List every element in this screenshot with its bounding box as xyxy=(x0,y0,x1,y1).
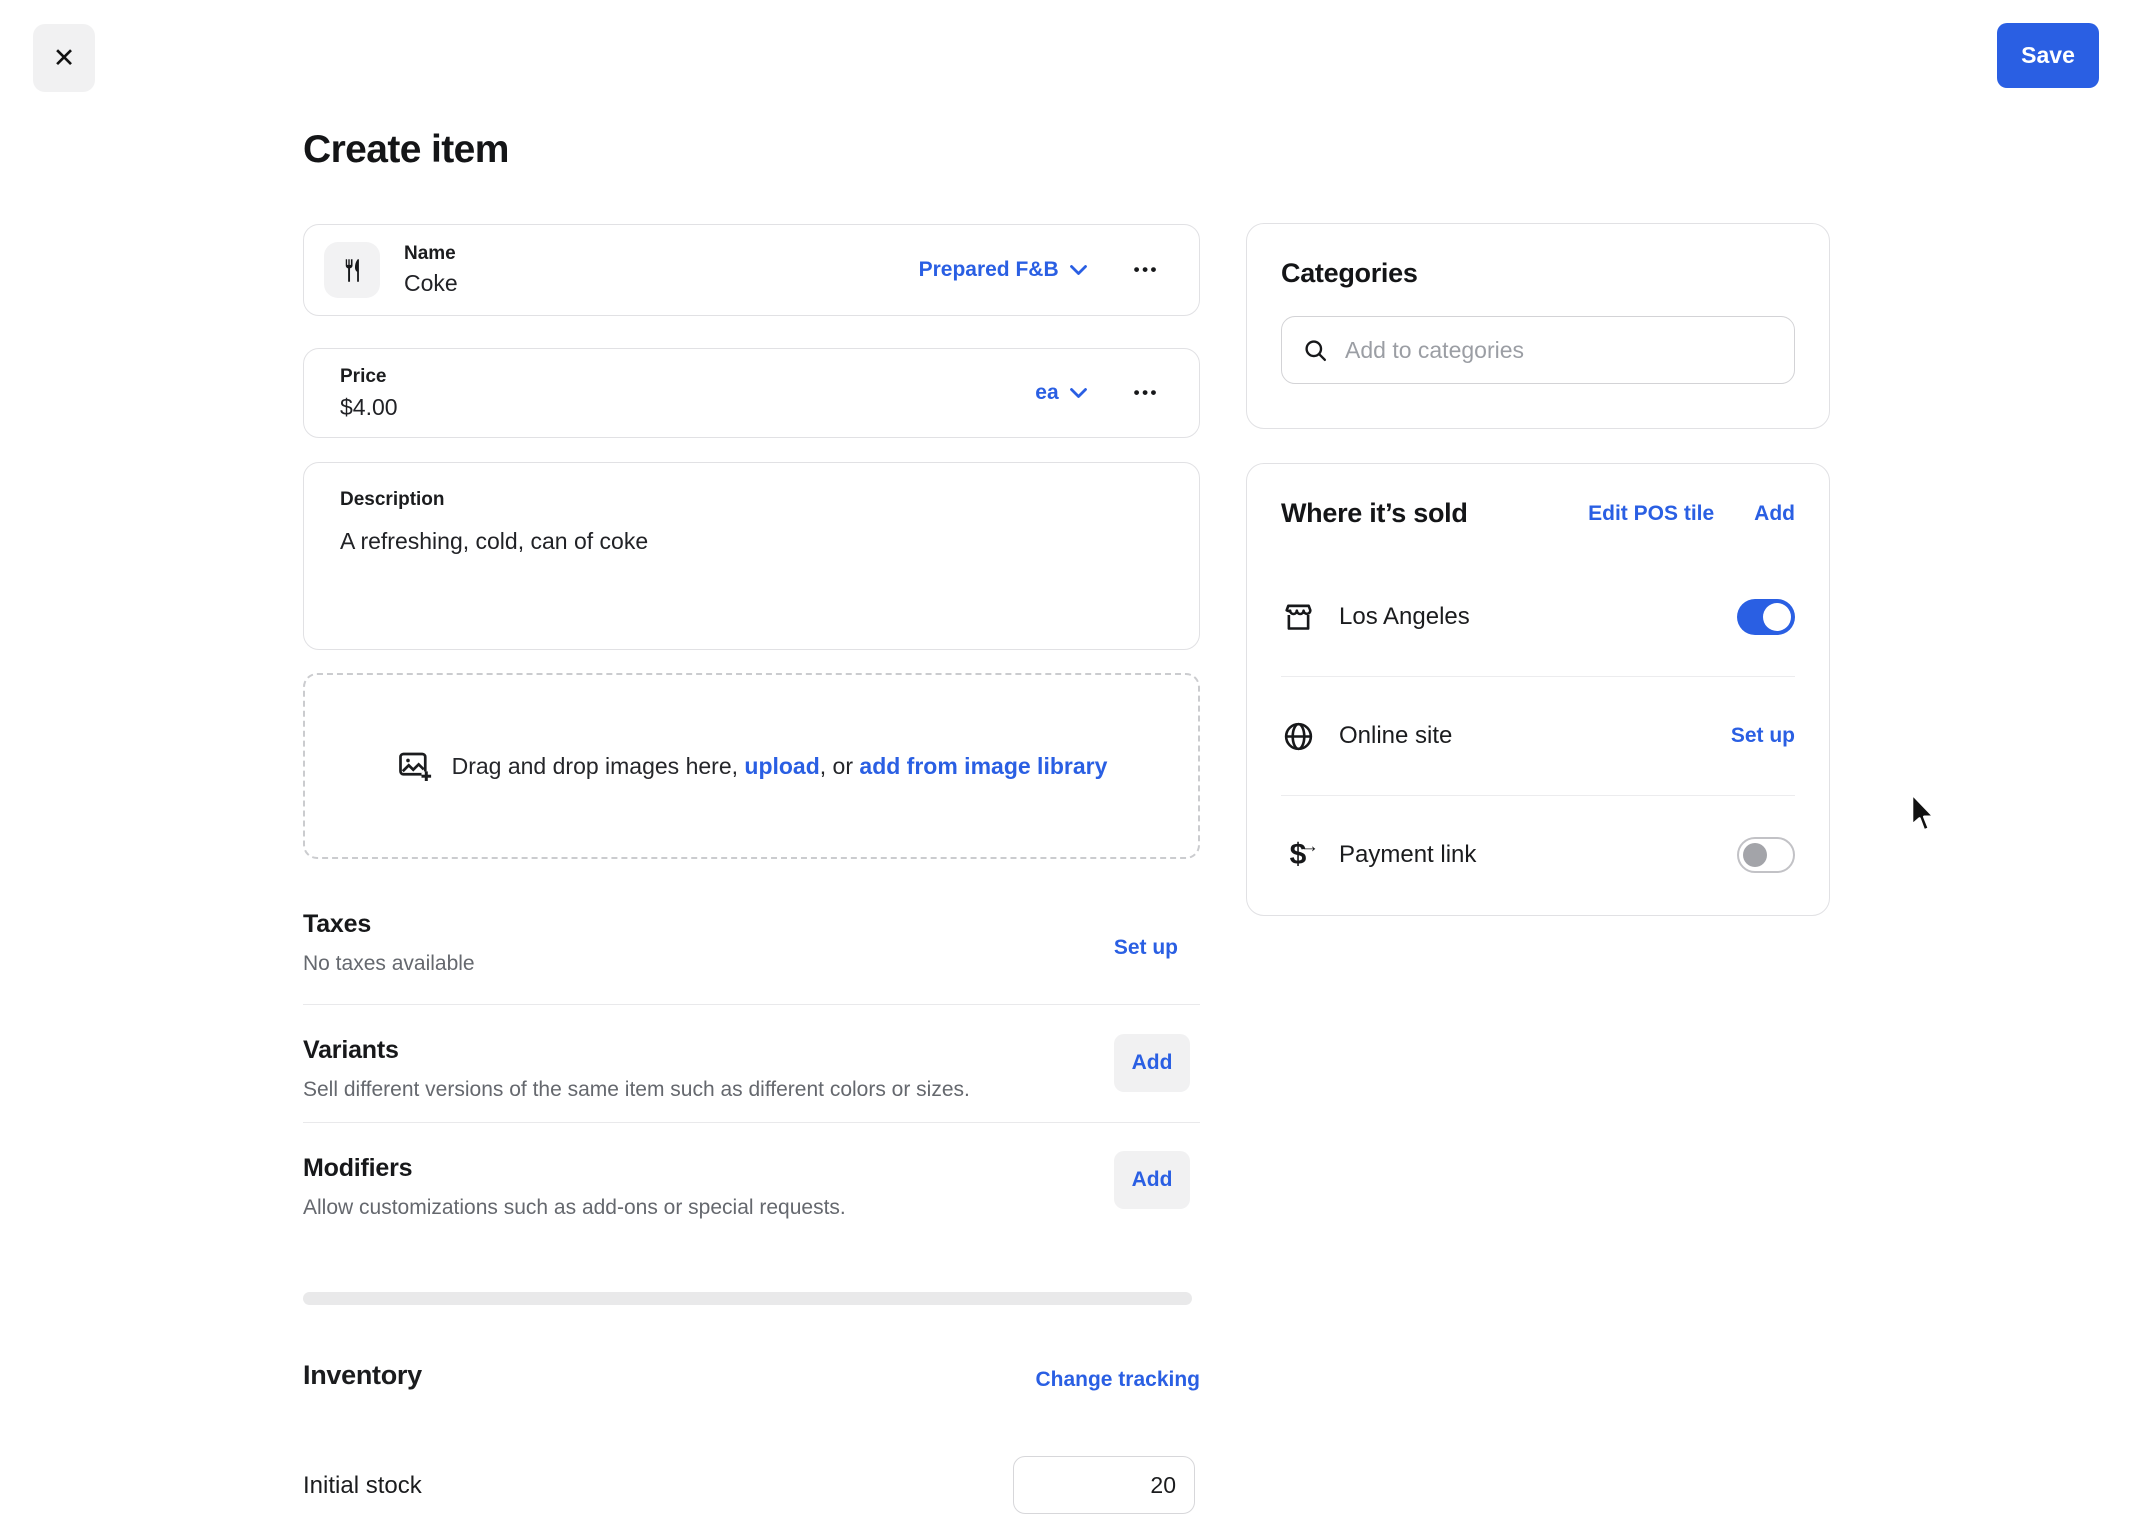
taxes-setup-link[interactable]: Set up xyxy=(1114,936,1178,960)
variants-title: Variants xyxy=(303,1036,399,1064)
modifiers-add-button[interactable]: Add xyxy=(1114,1151,1190,1209)
categories-card: Categories xyxy=(1246,223,1830,429)
taxes-section: Taxes No taxes available Set up xyxy=(303,910,1200,1004)
search-icon xyxy=(1305,339,1327,361)
name-label: Name xyxy=(404,243,456,264)
item-type-selector[interactable]: Prepared F&B xyxy=(919,258,1088,282)
variants-add-button[interactable]: Add xyxy=(1114,1034,1190,1092)
description-value[interactable]: A refreshing, cold, can of coke xyxy=(340,528,1163,555)
location-label: Los Angeles xyxy=(1339,603,1470,630)
description-label: Description xyxy=(340,489,445,510)
initial-stock-label: Initial stock xyxy=(303,1472,422,1499)
chevron-down-icon xyxy=(1069,264,1087,275)
item-description-field[interactable]: Description A refreshing, cold, can of c… xyxy=(303,462,1200,650)
mouse-cursor xyxy=(1910,792,1936,832)
drop-text-middle: , or xyxy=(819,752,860,779)
add-image-icon xyxy=(398,752,431,781)
online-site-row: Online site Set up xyxy=(1281,677,1795,795)
where-sold-add-link[interactable]: Add xyxy=(1754,502,1795,526)
price-more-options-icon[interactable]: ••• xyxy=(1134,383,1159,403)
name-value[interactable]: Coke xyxy=(404,270,458,297)
modifiers-subtitle: Allow customizations such as add-ons or … xyxy=(303,1196,846,1219)
unit-selector[interactable]: ea xyxy=(1035,381,1087,405)
unit-value: ea xyxy=(1035,381,1059,404)
where-sold-title: Where it’s sold xyxy=(1281,498,1468,528)
add-from-library-link[interactable]: add from image library xyxy=(859,753,1107,779)
categories-title: Categories xyxy=(1281,258,1418,288)
payment-link-icon: $ → xyxy=(1281,835,1319,875)
save-button[interactable]: Save xyxy=(1997,23,2099,88)
toggle-knob xyxy=(1763,603,1791,631)
payment-link-label: Payment link xyxy=(1339,841,1477,868)
location-row-los-angeles: Los Angeles xyxy=(1281,558,1795,676)
online-site-label: Online site xyxy=(1339,722,1453,749)
payment-link-toggle[interactable] xyxy=(1737,837,1795,873)
online-site-setup-link[interactable]: Set up xyxy=(1731,724,1795,748)
storefront-icon xyxy=(1281,601,1315,634)
globe-icon xyxy=(1281,720,1315,753)
name-more-options-icon[interactable]: ••• xyxy=(1134,260,1159,280)
item-name-field[interactable]: Name Coke Prepared F&B ••• xyxy=(303,224,1200,316)
save-button-label: Save xyxy=(2021,42,2075,68)
drop-text-prefix: Drag and drop images here, xyxy=(451,752,745,779)
modifiers-section: Modifiers Allow customizations such as a… xyxy=(303,1151,1200,1240)
variants-section: Variants Sell different versions of the … xyxy=(303,1034,1200,1122)
variants-add-label: Add xyxy=(1131,1051,1173,1074)
payment-link-row: $ → Payment link xyxy=(1281,796,1795,914)
image-drop-zone[interactable]: Drag and drop images here, upload, or ad… xyxy=(303,673,1200,859)
los-angeles-toggle[interactable] xyxy=(1737,599,1795,635)
variants-subtitle: Sell different versions of the same item… xyxy=(303,1078,970,1101)
price-label: Price xyxy=(340,365,387,387)
modifiers-add-label: Add xyxy=(1131,1168,1173,1191)
price-value[interactable]: $4.00 xyxy=(340,394,398,421)
section-divider xyxy=(303,1004,1200,1005)
toggle-knob xyxy=(1743,843,1767,867)
categories-search-input[interactable] xyxy=(1345,336,1774,364)
close-button[interactable]: ✕ xyxy=(33,24,95,92)
close-icon: ✕ xyxy=(52,42,76,73)
initial-stock-input[interactable] xyxy=(1013,1456,1195,1514)
page-title: Create item xyxy=(303,128,509,171)
item-type-value: Prepared F&B xyxy=(918,258,1059,281)
drop-zone-text: Drag and drop images here, upload, or ad… xyxy=(452,753,1108,780)
edit-pos-tile-link[interactable]: Edit POS tile xyxy=(1588,502,1714,526)
taxes-title: Taxes xyxy=(303,910,372,938)
arrow-glyph: → xyxy=(1300,836,1319,857)
taxes-subtitle: No taxes available xyxy=(303,952,475,975)
restaurant-icon xyxy=(324,242,380,298)
modifiers-title: Modifiers xyxy=(303,1154,413,1182)
chevron-down-icon xyxy=(1069,387,1087,398)
item-price-field[interactable]: Price $4.00 ea ••• xyxy=(303,348,1200,438)
change-tracking-link[interactable]: Change tracking xyxy=(1002,1368,1200,1392)
section-divider xyxy=(303,1122,1200,1123)
inventory-title: Inventory xyxy=(303,1360,422,1390)
categories-search-box[interactable] xyxy=(1281,316,1795,384)
upload-link[interactable]: upload xyxy=(744,753,819,779)
horizontal-scrollbar[interactable] xyxy=(303,1292,1192,1305)
where-its-sold-card: Where it’s sold Edit POS tile Add Los An… xyxy=(1246,463,1830,916)
